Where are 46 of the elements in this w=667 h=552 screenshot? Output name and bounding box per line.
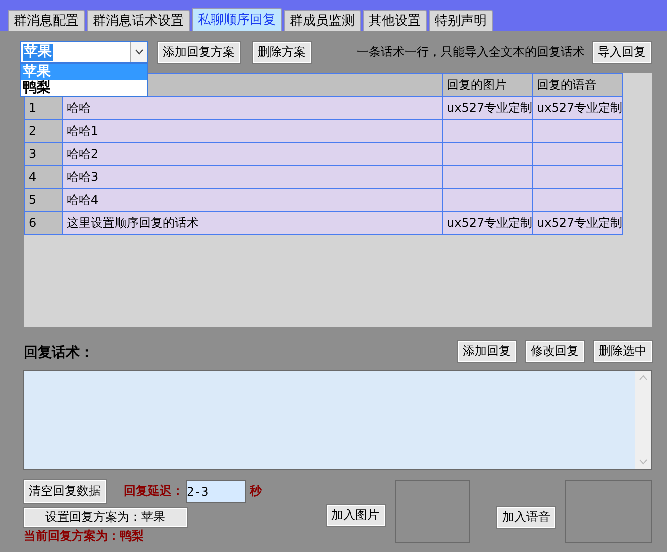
- tab[interactable]: 群成员监测: [284, 10, 361, 31]
- column-header: 回复的语音: [532, 74, 622, 96]
- add-reply-button[interactable]: 添加回复: [458, 341, 516, 362]
- row-number: 4: [24, 166, 62, 188]
- table-cell: 这里设置顺序回复的话术: [62, 212, 442, 234]
- scrollbar[interactable]: [635, 371, 651, 469]
- tab[interactable]: 私聊顺序回复: [192, 8, 282, 31]
- delay-input[interactable]: 2-3: [186, 480, 246, 503]
- tab[interactable]: 群消息配置: [8, 10, 85, 31]
- table-cell: 哈哈: [62, 96, 442, 120]
- import-button[interactable]: 导入回复: [593, 42, 651, 62]
- edit-reply-button[interactable]: 修改回复: [526, 341, 584, 362]
- table-cell: 哈哈1: [62, 120, 442, 142]
- delete-selected-button[interactable]: 删除选中: [594, 341, 652, 362]
- table-cell: 哈哈4: [62, 188, 442, 212]
- seconds-unit: 秒: [250, 483, 262, 500]
- table-cell: 哈哈3: [62, 166, 442, 188]
- table-cell: ux527专业定制: [442, 96, 532, 120]
- reply-label: 回复话术：: [24, 344, 94, 362]
- dropdown-option[interactable]: 鸭梨: [21, 80, 147, 96]
- row-number: 3: [24, 142, 62, 166]
- scroll-down-icon[interactable]: [638, 459, 648, 465]
- add-scheme-button[interactable]: 添加回复方案: [158, 42, 240, 62]
- set-scheme-button[interactable]: 设置回复方案为：苹果: [24, 508, 187, 527]
- table-cell: ux527专业定制: [532, 96, 622, 120]
- row-number: 6: [24, 212, 62, 234]
- add-voice-button[interactable]: 加入语音: [497, 507, 556, 528]
- tab[interactable]: 其他设置: [363, 10, 427, 31]
- row-number: 5: [24, 188, 62, 212]
- add-image-button[interactable]: 加入图片: [326, 505, 384, 526]
- row-number: 1: [24, 96, 62, 120]
- table-cell: 哈哈2: [62, 142, 442, 166]
- reply-text-area[interactable]: [23, 370, 652, 470]
- clear-data-button[interactable]: 清空回复数据: [24, 480, 106, 503]
- import-hint: 一条话术一行，只能导入全文本的回复话术: [357, 44, 585, 60]
- current-scheme-text: 当前回复方案为：鸭梨: [24, 528, 145, 545]
- table-cell: ux527专业定制: [532, 212, 622, 234]
- caret-icon: [134, 49, 144, 55]
- delay-label: 回复延迟：: [124, 483, 184, 500]
- scroll-up-icon[interactable]: [638, 375, 648, 381]
- delete-scheme-button[interactable]: 删除方案: [253, 42, 311, 62]
- column-header: 回复的图片: [442, 74, 532, 96]
- row-number: 2: [24, 120, 62, 142]
- tab[interactable]: 特别声明: [429, 10, 493, 31]
- tab[interactable]: 群消息话术设置: [87, 10, 190, 31]
- table-cell: ux527专业定制: [442, 212, 532, 234]
